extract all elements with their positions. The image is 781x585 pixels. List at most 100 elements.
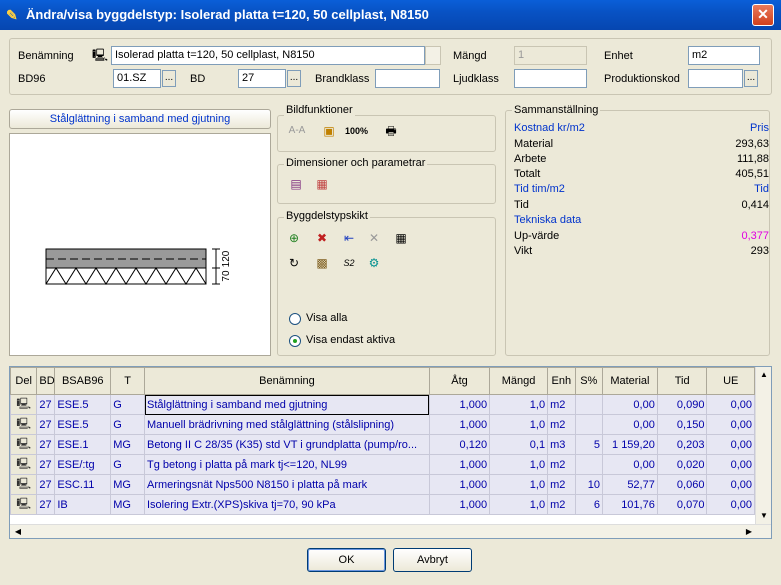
cell-atg[interactable]: 1,000 bbox=[428, 394, 491, 415]
visa-alla-label[interactable]: Visa alla bbox=[306, 312, 347, 324]
cell-s[interactable]: 10 bbox=[574, 474, 603, 495]
column-header[interactable]: Benämning bbox=[144, 367, 430, 395]
cell-enh[interactable]: m2 bbox=[547, 454, 576, 475]
cell-ue[interactable]: 0,00 bbox=[706, 474, 755, 495]
cell-mangd[interactable]: 1,0 bbox=[489, 474, 549, 495]
cell-t[interactable]: G bbox=[110, 454, 145, 475]
cell-bsab[interactable]: ESE/:tg bbox=[54, 454, 112, 475]
column-header[interactable]: Material bbox=[601, 367, 658, 395]
parameter-icon[interactable]: ▦ bbox=[314, 176, 330, 192]
cell-name[interactable]: Betong II C 28/35 (K35) std VT i grundpl… bbox=[144, 434, 430, 455]
cell-material[interactable]: 101,76 bbox=[601, 494, 658, 515]
cell-enh[interactable]: m2 bbox=[547, 394, 576, 415]
column-header[interactable]: Åtg bbox=[428, 367, 491, 395]
settings-icon[interactable]: ⚙ bbox=[366, 255, 382, 271]
cell-atg[interactable]: 1,000 bbox=[428, 474, 491, 495]
cell-bsab[interactable]: ESE.5 bbox=[54, 394, 112, 415]
delete-layer-icon[interactable]: ✖ bbox=[314, 230, 330, 246]
visa-alla-radio[interactable] bbox=[289, 313, 301, 325]
cell-name[interactable]: Tg betong i platta på mark tj<=120, NL99 bbox=[144, 454, 430, 475]
cell-s[interactable] bbox=[574, 394, 603, 415]
vertical-scrollbar[interactable]: ▲ ▼ bbox=[755, 367, 771, 525]
column-header[interactable]: Del bbox=[10, 367, 38, 395]
print-icon[interactable]: 🖶 bbox=[383, 123, 399, 139]
benamning-field[interactable]: Isolerad platta t=120, 50 cellplast, N81… bbox=[111, 46, 425, 65]
calculator-icon[interactable]: ▦ bbox=[393, 230, 409, 246]
cell-tid[interactable]: 0,203 bbox=[656, 434, 708, 455]
column-header[interactable]: BSAB96 bbox=[54, 367, 112, 395]
insert-layer-icon[interactable]: ⇤ bbox=[341, 230, 357, 246]
mangd-field[interactable]: 1 bbox=[514, 46, 587, 65]
ok-button[interactable]: OK bbox=[307, 548, 386, 572]
table-row[interactable]: 🖳 27 ESE.5 G Stålglättning i samband med gju… bbox=[10, 394, 755, 415]
column-header[interactable]: BD bbox=[36, 367, 56, 395]
preview-caption[interactable]: Stålglättning i samband med gjutning bbox=[9, 109, 271, 129]
cell-bd[interactable]: 27 bbox=[36, 414, 56, 435]
ljudklass-field[interactable] bbox=[514, 69, 587, 88]
cell-ue[interactable]: 0,00 bbox=[706, 454, 755, 475]
computer-icon[interactable]: 🖳 bbox=[10, 394, 38, 415]
column-header[interactable]: Tid bbox=[656, 367, 708, 395]
avbryt-button[interactable]: Avbryt bbox=[393, 548, 472, 572]
computer-icon[interactable]: 🖳 bbox=[10, 474, 38, 495]
produktionskod-browse-button[interactable]: ... bbox=[744, 70, 758, 87]
cell-material[interactable]: 0,00 bbox=[601, 454, 658, 475]
cell-tid[interactable]: 0,070 bbox=[656, 494, 708, 515]
cell-enh[interactable]: m2 bbox=[547, 474, 576, 495]
column-header[interactable]: S% bbox=[574, 367, 603, 395]
horizontal-scrollbar[interactable]: ◀ ▶ bbox=[10, 524, 771, 538]
remove-icon[interactable]: ✕ bbox=[366, 230, 382, 246]
cell-ue[interactable]: 0,00 bbox=[706, 394, 755, 415]
scroll-up-arrow[interactable]: ▲ bbox=[757, 368, 771, 382]
cell-ue[interactable]: 0,00 bbox=[706, 434, 755, 455]
cell-s[interactable] bbox=[574, 414, 603, 435]
cell-enh[interactable]: m2 bbox=[547, 494, 576, 515]
cell-bsab[interactable]: IB bbox=[54, 494, 112, 515]
cell-tid[interactable]: 0,150 bbox=[656, 414, 708, 435]
column-header[interactable]: Enh bbox=[547, 367, 576, 395]
cell-s[interactable]: 5 bbox=[574, 434, 603, 455]
cell-t[interactable]: MG bbox=[110, 494, 145, 515]
cell-mangd[interactable]: 1,0 bbox=[489, 394, 549, 415]
table-row[interactable]: 🖳 27 ESE.5 G Manuell brädrivning med stålglä… bbox=[10, 414, 755, 435]
cell-atg[interactable]: 0,120 bbox=[428, 434, 491, 455]
table-row[interactable]: 🖳 27 ESE.1 MG Betong II C 28/35 (K35) std VT… bbox=[10, 434, 755, 455]
column-header[interactable]: Mängd bbox=[489, 367, 549, 395]
brandklass-field[interactable] bbox=[375, 69, 440, 88]
cell-enh[interactable]: m2 bbox=[547, 414, 576, 435]
visa-endast-aktiva-label[interactable]: Visa endast aktiva bbox=[306, 334, 395, 346]
cell-bsab[interactable]: ESC.11 bbox=[54, 474, 112, 495]
bd-field[interactable]: 27 bbox=[238, 69, 286, 88]
cell-bsab[interactable]: ESE.1 bbox=[54, 434, 112, 455]
cell-t[interactable]: G bbox=[110, 414, 145, 435]
cell-s[interactable] bbox=[574, 454, 603, 475]
cell-material[interactable]: 1 159,20 bbox=[601, 434, 658, 455]
computer-icon[interactable]: 🖳 bbox=[10, 494, 38, 515]
cell-t[interactable]: MG bbox=[110, 434, 145, 455]
enhet-field[interactable]: m2 bbox=[688, 46, 760, 65]
cell-mangd[interactable]: 1,0 bbox=[489, 414, 549, 435]
edit-code-icon[interactable]: S2 bbox=[339, 255, 359, 271]
column-header[interactable]: UE bbox=[706, 367, 755, 395]
bd96-field[interactable]: 01.SZ bbox=[113, 69, 161, 88]
clipboard-icon[interactable]: ▩ bbox=[314, 255, 330, 271]
scroll-right-arrow[interactable]: ▶ bbox=[743, 525, 755, 538]
cell-mangd[interactable]: 1,0 bbox=[489, 454, 549, 475]
column-header[interactable]: T bbox=[110, 367, 145, 395]
cell-t[interactable]: MG bbox=[110, 474, 145, 495]
close-button[interactable]: ✕ bbox=[752, 4, 774, 26]
bd96-browse-button[interactable]: ... bbox=[162, 70, 176, 87]
cell-bd[interactable]: 27 bbox=[36, 474, 56, 495]
refresh-icon[interactable]: ↻ bbox=[286, 255, 302, 271]
cell-bd[interactable]: 27 bbox=[36, 394, 56, 415]
cell-atg[interactable]: 1,000 bbox=[428, 494, 491, 515]
table-row[interactable]: 🖳 27 ESC.11 MG Armeringsnät Nps500 N8150 i p… bbox=[10, 474, 755, 495]
cell-name[interactable]: Armeringsnät Nps500 N8150 i platta på ma… bbox=[144, 474, 430, 495]
picture-icon[interactable]: ▣ bbox=[321, 123, 337, 139]
cell-mangd[interactable]: 0,1 bbox=[489, 434, 549, 455]
section-aa-icon[interactable]: A-A bbox=[286, 123, 308, 139]
cell-tid[interactable]: 0,020 bbox=[656, 454, 708, 475]
cell-bd[interactable]: 27 bbox=[36, 454, 56, 475]
cell-bsab[interactable]: ESE.5 bbox=[54, 414, 112, 435]
cell-bd[interactable]: 27 bbox=[36, 434, 56, 455]
